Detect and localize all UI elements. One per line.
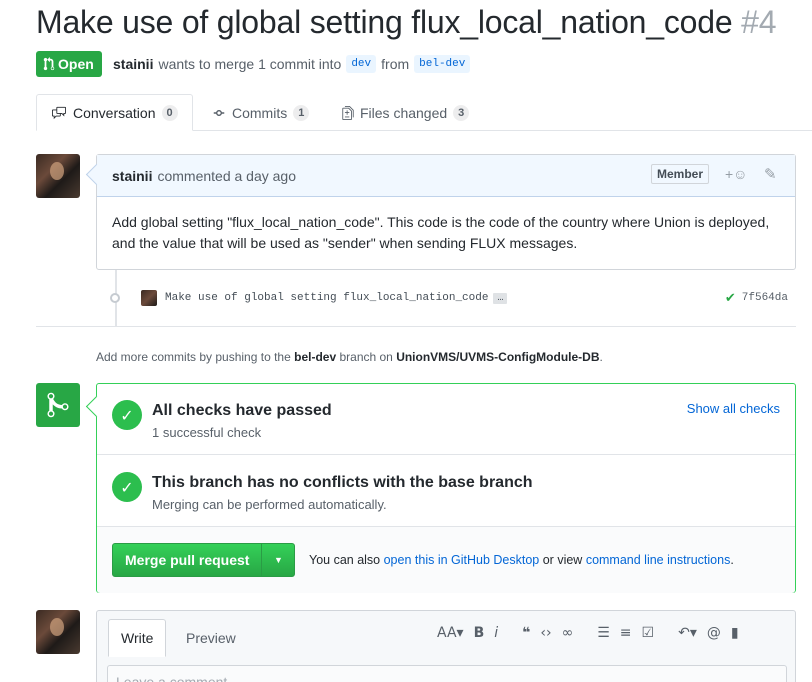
- tab-preview[interactable]: Preview: [174, 619, 248, 657]
- ordered-list-icon[interactable]: ≡: [620, 625, 632, 641]
- meta-text: wants to merge 1 commit into: [158, 56, 342, 72]
- checks-subtitle: 1 successful check: [152, 425, 262, 440]
- pr-number: #4: [741, 4, 777, 40]
- pull-request-icon: [43, 57, 55, 71]
- task-list-icon[interactable]: ☑: [642, 625, 655, 641]
- comment-textarea[interactable]: Leave a comment: [107, 665, 787, 682]
- from-text: from: [381, 56, 410, 72]
- commit-icon: [213, 109, 225, 116]
- show-all-checks-link[interactable]: Show all checks: [687, 401, 780, 416]
- text-size-icon[interactable]: AA▾: [437, 625, 464, 641]
- push-hint-middle: branch on: [339, 350, 393, 364]
- merge-button-group: Merge pull request ▼: [112, 543, 296, 577]
- link-icon[interactable]: ∞: [562, 625, 574, 641]
- comment-discussion-icon: [52, 106, 66, 119]
- author-link[interactable]: stainii: [113, 56, 153, 72]
- check-circle-icon: ✓: [112, 400, 142, 430]
- comment-box: stainii commented a day ago Member +☺ ✎ …: [96, 154, 796, 270]
- italic-icon[interactable]: i: [494, 625, 498, 641]
- edit-pencil-icon[interactable]: ✎: [764, 165, 777, 183]
- tab-counter: 3: [453, 104, 470, 121]
- tab-conversation[interactable]: Conversation 0: [36, 94, 193, 131]
- comment-author[interactable]: stainii: [112, 168, 152, 184]
- push-hint-suffix: .: [599, 350, 603, 364]
- merge-pull-request-button[interactable]: Merge pull request: [113, 544, 263, 576]
- status-label: Open: [58, 56, 94, 72]
- head-branch[interactable]: bel-dev: [414, 55, 471, 73]
- commit-dot-icon: [110, 293, 120, 303]
- pr-meta: stainii wants to merge 1 commit into dev…: [113, 55, 471, 73]
- bold-icon[interactable]: B: [474, 625, 485, 641]
- push-hint-branch: bel-dev: [294, 350, 337, 364]
- push-hint-prefix: Add more commits by pushing to the: [96, 350, 291, 364]
- reply-icon[interactable]: ↶▾: [678, 625, 697, 641]
- merge-alt-suffix: .: [730, 553, 734, 567]
- commit-expand-button[interactable]: …: [493, 292, 508, 304]
- comment-body: Add global setting "flux_local_nation_co…: [112, 214, 770, 251]
- unordered-list-icon[interactable]: ☰: [597, 625, 610, 641]
- git-merge-icon: [36, 383, 80, 427]
- commit-status: ✔ 7f564da: [725, 291, 788, 306]
- markdown-toolbar: AA▾ B i ❝ ‹› ∞ ☰ ≡ ☑ ↶▾ @ ▮: [437, 625, 739, 641]
- comment-timestamp[interactable]: commented a day ago: [157, 168, 296, 184]
- pr-title: Make use of global setting flux_local_na…: [36, 4, 733, 40]
- file-diff-icon: [342, 105, 354, 120]
- conflicts-section: ✓ This branch has no conflicts with the …: [97, 455, 795, 527]
- avatar[interactable]: [36, 154, 80, 198]
- commit-avatar[interactable]: [141, 290, 157, 306]
- push-hint-repo: UnionVMS/UVMS-ConfigModule-DB: [396, 350, 600, 364]
- tab-label: Commits: [232, 104, 288, 121]
- merge-alternatives: You can also open this in GitHub Desktop…: [309, 553, 734, 567]
- merge-box: ✓ All checks have passed 1 successful ch…: [96, 383, 796, 593]
- merge-action-section: Merge pull request ▼ You can also open t…: [97, 527, 795, 593]
- code-icon[interactable]: ‹›: [540, 625, 551, 641]
- tab-label: Conversation: [73, 104, 156, 121]
- tab-counter: 1: [293, 104, 310, 121]
- commit-row: Make use of global setting flux_local_na…: [104, 287, 796, 309]
- commit-sha[interactable]: 7f564da: [742, 292, 788, 304]
- tab-counter: 0: [161, 104, 178, 121]
- merge-alt-prefix: You can also: [309, 553, 381, 567]
- comment-editor: Write Preview AA▾ B i ❝ ‹› ∞ ☰ ≡ ☑ ↶▾ @ …: [96, 610, 796, 682]
- merge-alt-middle: or view: [542, 553, 583, 567]
- conflicts-title: This branch has no conflicts with the ba…: [152, 474, 533, 491]
- avatar[interactable]: [36, 610, 80, 654]
- timeline-divider: [36, 326, 796, 327]
- tab-write[interactable]: Write: [108, 619, 167, 657]
- tab-label: Files changed: [360, 104, 448, 121]
- base-branch[interactable]: dev: [346, 55, 377, 73]
- commit-message[interactable]: Make use of global setting flux_local_na…: [165, 292, 488, 304]
- checks-section: ✓ All checks have passed 1 successful ch…: [97, 384, 795, 455]
- check-circle-icon: ✓: [112, 472, 142, 502]
- tab-commits[interactable]: Commits 1: [212, 94, 310, 131]
- add-reaction-icon[interactable]: +☺: [725, 166, 747, 182]
- merge-options-dropdown-icon[interactable]: ▼: [262, 544, 294, 576]
- mention-icon[interactable]: @: [707, 625, 721, 641]
- push-hint: Add more commits by pushing to the bel-d…: [96, 350, 603, 364]
- conflicts-subtitle: Merging can be performed automatically.: [152, 497, 387, 512]
- page-title: Make use of global setting flux_local_na…: [36, 4, 777, 41]
- tab-files-changed[interactable]: Files changed 3: [342, 94, 470, 131]
- quote-icon[interactable]: ❝: [522, 625, 530, 641]
- checks-title: All checks have passed: [152, 402, 332, 419]
- command-line-link[interactable]: command line instructions: [586, 553, 731, 567]
- bookmark-icon[interactable]: ▮: [731, 625, 739, 641]
- open-desktop-link[interactable]: open this in GitHub Desktop: [384, 553, 540, 567]
- status-badge: Open: [36, 51, 102, 77]
- member-badge: Member: [651, 164, 710, 184]
- check-icon[interactable]: ✔: [725, 291, 736, 306]
